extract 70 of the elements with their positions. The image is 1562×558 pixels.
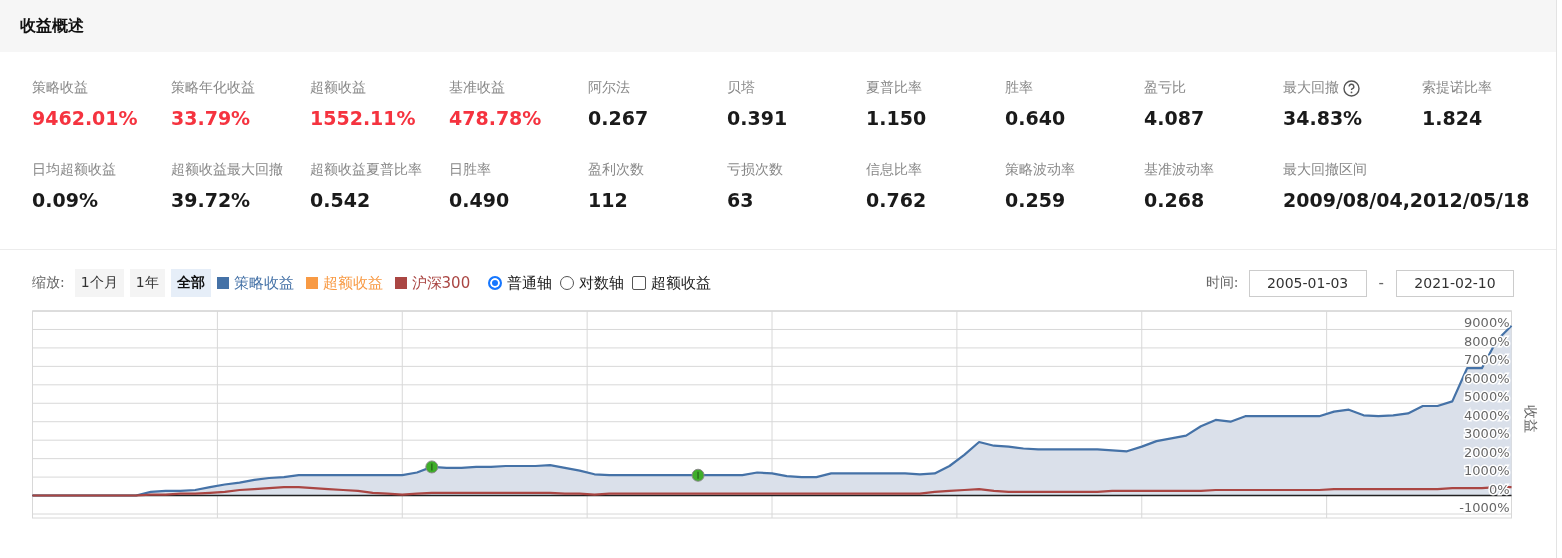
metric-label: 最大回撤区间 bbox=[1283, 161, 1367, 179]
metric-label: 索提诺比率 bbox=[1422, 79, 1492, 97]
metric-label: 盈利次数 bbox=[588, 161, 644, 179]
metric-label: 策略波动率 bbox=[1005, 161, 1075, 179]
metric-value: 0.762 bbox=[866, 188, 927, 212]
metric-label: 基准收益 bbox=[449, 79, 505, 97]
metric-label: 基准波动率 bbox=[1144, 161, 1214, 179]
metric-value: 33.79% bbox=[171, 106, 251, 130]
metric-value: 4.087 bbox=[1144, 106, 1205, 130]
metric-label: 夏普比率 bbox=[866, 79, 922, 97]
metric-value: 0.640 bbox=[1005, 106, 1066, 130]
metric-value: 1.150 bbox=[866, 106, 927, 130]
metric-label: 超额收益夏普比率 bbox=[310, 161, 422, 179]
metric-value: 0.09% bbox=[32, 188, 98, 212]
trade-marker[interactable] bbox=[425, 460, 439, 474]
axis-tick-label: 5000% bbox=[1464, 389, 1510, 405]
checkbox-label[interactable]: 超额收益 bbox=[651, 273, 712, 293]
axis-tick-label: 6000% bbox=[1464, 370, 1510, 386]
metric-value: 0.259 bbox=[1005, 188, 1066, 212]
metric-value: 2009/08/04,2012/05/18 bbox=[1283, 188, 1530, 212]
zoom-label: 缩放: bbox=[32, 274, 65, 292]
zoom-button[interactable]: 1年 bbox=[129, 269, 165, 297]
panel-title: 收益概述 bbox=[20, 15, 84, 37]
radio-label[interactable]: 普通轴 bbox=[507, 273, 553, 293]
axis-tick-label: -1000% bbox=[1459, 500, 1510, 515]
metric-value: 0.391 bbox=[727, 106, 788, 130]
metric-label: 最大回撤 bbox=[1283, 79, 1339, 97]
axis-tick-label: 4000% bbox=[1464, 407, 1510, 423]
metric-label: 亏损次数 bbox=[727, 161, 783, 179]
metric-label: 策略年化收益 bbox=[171, 79, 255, 97]
start-date-field[interactable]: 2005-01-03 bbox=[1248, 269, 1367, 297]
end-date-field[interactable]: 2021-02-10 bbox=[1396, 269, 1514, 297]
metric-label: 信息比率 bbox=[866, 161, 922, 179]
axis-tick-label: 9000% bbox=[1464, 315, 1510, 331]
metric-label: 策略收益 bbox=[32, 79, 88, 97]
help-icon[interactable] bbox=[1343, 79, 1360, 97]
metric-label: 超额收益 bbox=[310, 79, 366, 97]
metric-label: 日胜率 bbox=[449, 161, 491, 179]
axis-tick-label: 1000% bbox=[1464, 463, 1510, 479]
zoom-button[interactable]: 全部 bbox=[170, 269, 211, 297]
time-label: 时间: bbox=[1205, 274, 1239, 292]
metric-value: 112 bbox=[588, 188, 628, 212]
metric-label: 盈亏比 bbox=[1144, 79, 1186, 97]
legend-label[interactable]: 沪深300 bbox=[411, 273, 471, 293]
radio-button[interactable] bbox=[488, 276, 503, 290]
metric-value: 1.824 bbox=[1422, 106, 1483, 130]
metric-value: 1552.11% bbox=[310, 106, 416, 130]
date-separator: - bbox=[1378, 274, 1384, 292]
metric-value: 0.542 bbox=[310, 188, 371, 212]
radio-label[interactable]: 对数轴 bbox=[579, 273, 625, 293]
metric-label: 阿尔法 bbox=[588, 79, 630, 97]
metric-value: 0.267 bbox=[588, 106, 649, 130]
metric-value: 9462.01% bbox=[32, 106, 138, 130]
trade-marker[interactable] bbox=[691, 468, 705, 482]
metric-value: 34.83% bbox=[1283, 106, 1363, 130]
metric-label: 超额收益最大回撤 bbox=[171, 161, 283, 179]
metric-value: 63 bbox=[727, 188, 754, 212]
metric-value: 0.490 bbox=[449, 188, 510, 212]
axis-tick-label: 2000% bbox=[1464, 444, 1510, 460]
zoom-button[interactable]: 1个月 bbox=[74, 269, 124, 297]
metric-value: 39.72% bbox=[171, 188, 251, 212]
legend-label[interactable]: 策略收益 bbox=[233, 273, 294, 293]
axis-tick-label: 3000% bbox=[1464, 426, 1510, 442]
axis-title: 收益 bbox=[1522, 405, 1539, 433]
metric-label: 贝塔 bbox=[727, 79, 755, 97]
metric-label: 日均超额收益 bbox=[32, 161, 116, 179]
metric-label: 胜率 bbox=[1005, 79, 1033, 97]
metric-value: 0.268 bbox=[1144, 188, 1205, 212]
checkbox[interactable] bbox=[632, 276, 647, 290]
metric-value: 478.78% bbox=[449, 106, 542, 130]
